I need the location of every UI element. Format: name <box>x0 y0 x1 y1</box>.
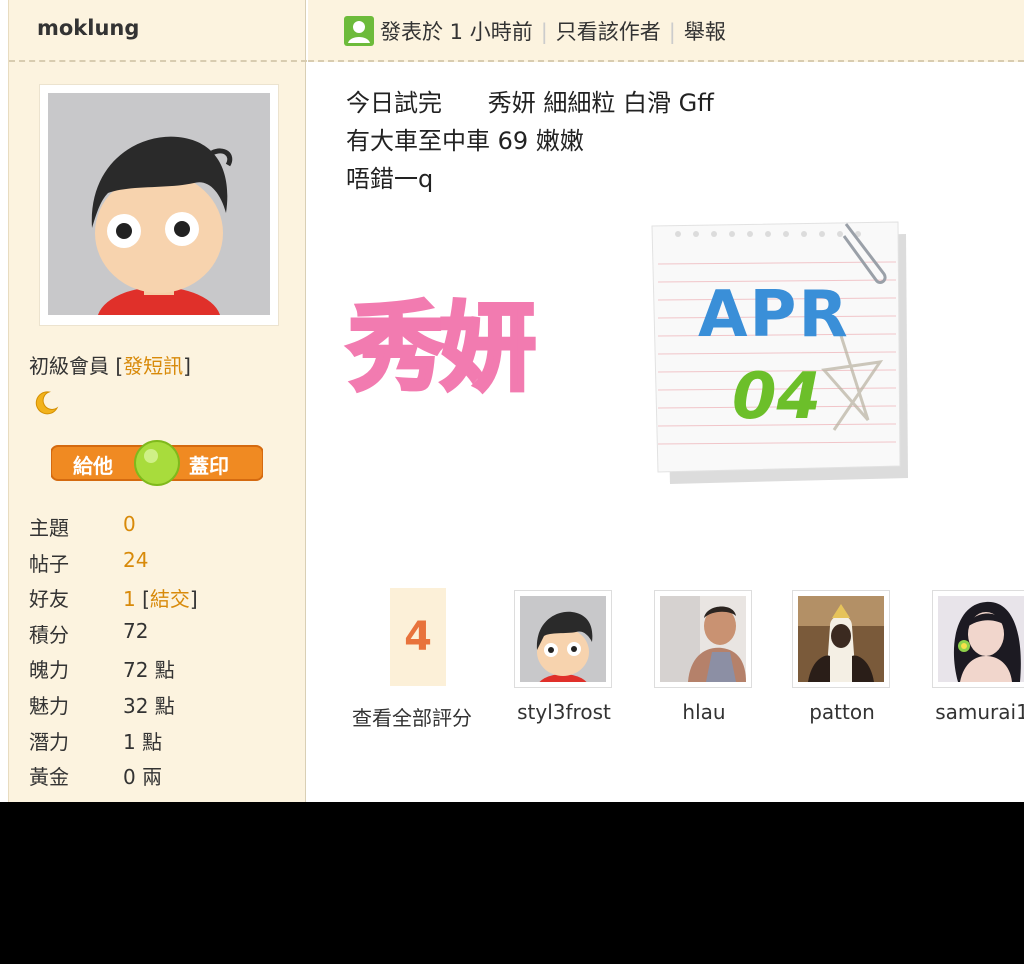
rater-avatar[interactable] <box>654 590 752 688</box>
stat-points: 積分 72 <box>29 615 299 651</box>
rank-label: 初級會員 <box>29 354 109 378</box>
author-profile-sidebar: moklung 初級會員 [發短訊] 給他 蓋印 主題 0 帖子 24 好友 1… <box>8 0 307 802</box>
rater-name[interactable]: styl3frost <box>514 700 614 724</box>
member-rank: 初級會員 [發短訊] <box>29 354 191 378</box>
view-all-ratings-link[interactable]: 查看全部評分 <box>352 702 472 731</box>
rater-card[interactable]: patton <box>792 590 892 724</box>
post-time: 發表於 1 小時前 <box>380 20 533 44</box>
title-art-image: 秀妍 <box>346 270 538 409</box>
username-bar: moklung <box>9 0 307 62</box>
rater-name[interactable]: samurai1 <box>932 700 1024 724</box>
avatar-image <box>48 93 270 315</box>
post-header: 發表於 1 小時前 | 只看該作者 | 舉報 <box>308 0 1024 62</box>
rater-avatar[interactable] <box>514 590 612 688</box>
note-month-text: APR <box>698 278 850 352</box>
stat-label: 帖子 <box>29 551 69 576</box>
rater-card[interactable]: samurai1 <box>932 590 1024 724</box>
date-note-image: APR 04 <box>648 220 908 494</box>
author-stats: 主題 0 帖子 24 好友 1 [結交] 積分 72 魄力 72 點 魅力 32… <box>29 508 299 793</box>
stat-value: 72 點 <box>123 658 175 683</box>
stat-value: 1 點 <box>123 729 163 754</box>
title-art-text: 秀妍 <box>346 290 538 406</box>
post-line: 有大車至中車 69 嫩嫩 <box>346 127 584 155</box>
rater-avatar-image <box>660 596 746 682</box>
rater-card[interactable]: hlau <box>654 590 754 724</box>
rater-name[interactable]: patton <box>792 700 892 724</box>
stat-power: 魄力 72 點 <box>29 650 299 686</box>
stat-label: 好友 <box>29 587 69 612</box>
stat-label: 黃金 <box>29 765 69 790</box>
avatar[interactable] <box>39 84 279 326</box>
forum-post-screen: moklung 初級會員 [發短訊] 給他 蓋印 主題 0 帖子 24 好友 1… <box>0 0 1024 802</box>
stat-value[interactable]: 1 <box>123 587 136 611</box>
stat-label: 魅力 <box>29 693 69 718</box>
give-stamp-button[interactable]: 給他 蓋印 <box>50 440 264 486</box>
rater-card[interactable]: styl3frost <box>514 590 614 724</box>
rating-count: 4 <box>390 588 446 686</box>
stat-label: 積分 <box>29 622 69 647</box>
author-username[interactable]: moklung <box>37 16 139 40</box>
stat-gold: 黃金 0 兩 <box>29 757 299 793</box>
report-link[interactable]: 舉報 <box>684 20 726 44</box>
stat-label: 潛力 <box>29 729 69 754</box>
stat-friends: 好友 1 [結交] <box>29 579 299 615</box>
stat-value: 72 <box>123 618 149 643</box>
post-content: 今日試完 秀妍 細細粒 白滑 Gff 有大車至中車 69 嫩嫩 唔錯一q <box>346 84 714 198</box>
stat-label: 主題 <box>29 516 69 540</box>
stat-value[interactable]: 24 <box>123 548 148 572</box>
rater-name[interactable]: hlau <box>654 700 754 724</box>
note-day: 04 <box>732 360 822 434</box>
stat-topics: 主題 0 <box>29 508 299 544</box>
stat-value: 32 點 <box>123 693 175 718</box>
stat-potential: 潛力 1 點 <box>29 722 299 758</box>
stat-charm: 魅力 32 點 <box>29 686 299 722</box>
stat-value-group: 1 [結交] <box>123 587 198 612</box>
online-user-icon <box>344 16 374 46</box>
stat-posts: 帖子 24 <box>29 544 299 580</box>
author-only-link[interactable]: 只看該作者 <box>556 20 661 44</box>
rater-avatar[interactable] <box>932 590 1024 688</box>
rater-avatar-image <box>798 596 884 682</box>
stamp-button-right-label: 蓋印 <box>189 454 229 478</box>
divider: | <box>668 20 676 44</box>
moon-icon <box>31 388 61 422</box>
stat-value: 0 兩 <box>123 765 163 790</box>
divider: | <box>540 20 548 44</box>
rater-avatar-image <box>520 596 606 682</box>
stamp-button-left-label: 給他 <box>73 454 113 478</box>
post-line: 今日試完 秀妍 細細粒 白滑 Gff <box>346 89 714 117</box>
stat-label: 魄力 <box>29 658 69 683</box>
rater-avatar-image <box>938 596 1024 682</box>
note-month: APR <box>698 278 850 352</box>
add-friend-link[interactable]: 結交 <box>150 587 190 611</box>
post-line: 唔錯一q <box>346 165 434 193</box>
rater-avatar[interactable] <box>792 590 890 688</box>
post-meta: 發表於 1 小時前 | 只看該作者 | 舉報 <box>380 16 726 46</box>
send-pm-link[interactable]: 發短訊 <box>123 354 183 378</box>
stat-value[interactable]: 0 <box>123 512 136 536</box>
